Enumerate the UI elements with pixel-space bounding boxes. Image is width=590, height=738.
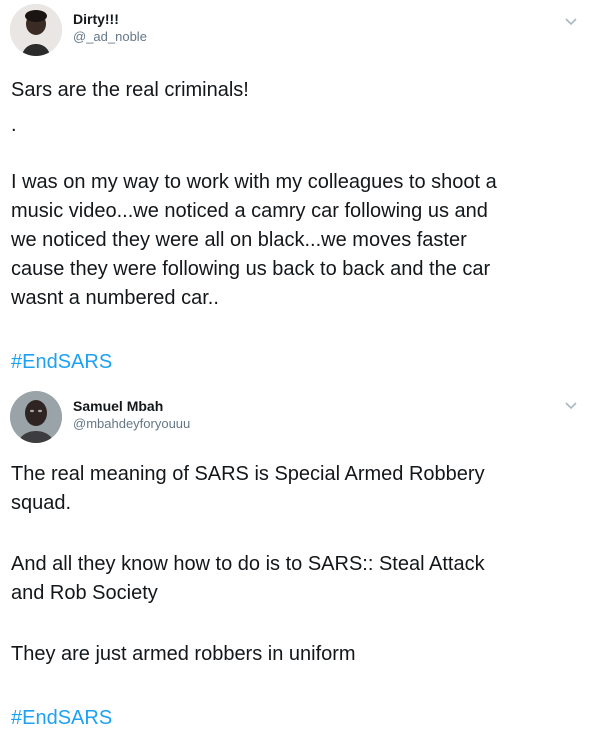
tweet-text: And all they know how to do is to SARS::… <box>11 553 485 604</box>
tweet-text: They are just armed robbers in uniform <box>11 643 356 665</box>
avatar[interactable] <box>10 391 62 443</box>
tweet-text: I was on my way to work with my colleagu… <box>11 171 497 309</box>
display-name[interactable]: Dirty!!! <box>73 10 119 28</box>
hashtag-link[interactable]: #EndSARS <box>11 704 112 733</box>
user-avatar-photo <box>10 4 62 56</box>
hashtag-link[interactable]: #EndSARS <box>11 348 112 377</box>
tweet-text: Sars are the real criminals! <box>11 79 249 101</box>
user-handle[interactable]: @_ad_noble <box>73 28 147 45</box>
chevron-down-icon[interactable] <box>564 17 578 27</box>
display-name[interactable]: Samuel Mbah <box>73 397 163 415</box>
chevron-down-icon[interactable] <box>564 401 578 411</box>
tweet-text: The real meaning of SARS is Special Arme… <box>11 463 485 514</box>
user-handle[interactable]: @mbahdeyforyouuu <box>73 415 190 432</box>
tweet-text: . <box>11 114 17 136</box>
tweet-card: Dirty!!! @_ad_noble Sars are the real cr… <box>0 0 590 388</box>
tweet-card: Samuel Mbah @mbahdeyforyouuu The real me… <box>0 388 590 738</box>
user-avatar-photo <box>10 391 62 443</box>
avatar[interactable] <box>10 4 62 56</box>
